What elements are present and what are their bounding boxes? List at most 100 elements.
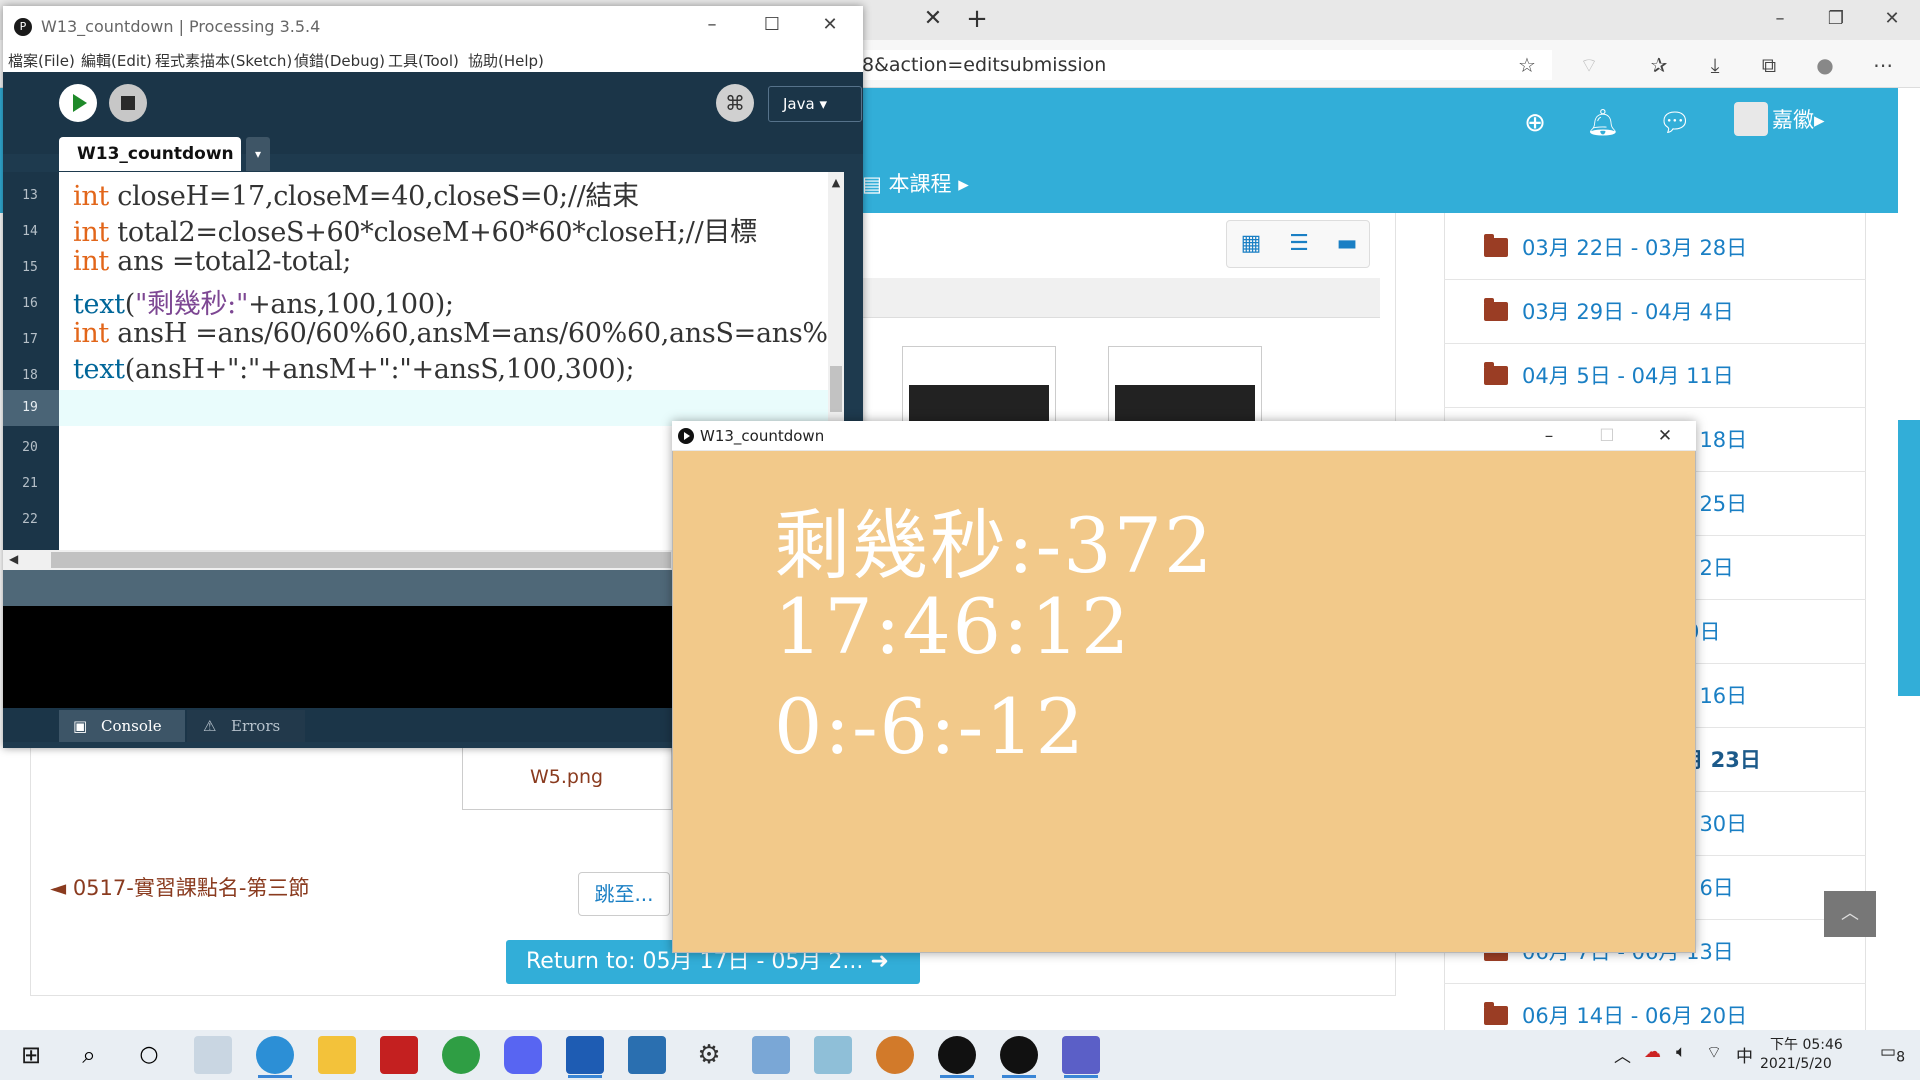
teams-icon[interactable] [1062,1036,1100,1078]
sketch-close-button[interactable]: ✕ [1636,421,1694,451]
user-menu[interactable]: 嘉徽▸ [1772,104,1825,134]
folder-view-icon[interactable]: ▬ [1330,228,1364,260]
menu-item[interactable]: 協助(Help) [468,50,544,71]
reading-icon[interactable]: ⌔ [1574,50,1604,80]
tab-errors[interactable]: ⚠ Errors [187,710,305,742]
word-icon[interactable] [566,1036,604,1078]
sketch-maximize-button[interactable]: ☐ [1578,421,1636,451]
app-icon[interactable] [814,1036,852,1074]
clock-date[interactable]: 2021/5/20 [1760,1056,1832,1072]
code-token: (ansH+":"+ansM+":"+ansS,100,300); [124,354,635,385]
app-icon-orange[interactable] [876,1036,914,1074]
notification-center-icon[interactable]: ▭8 [1880,1042,1905,1065]
processing-taskbar-icon[interactable] [938,1036,976,1078]
menu-item[interactable]: 工具(Tool) [388,50,459,71]
ide-minimize-button[interactable]: – [684,6,740,48]
volume-icon[interactable]: 🔈︎ [1676,1042,1686,1062]
week-label[interactable]: 03月 22日 - 03月 28日 [1522,232,1747,262]
week-label[interactable]: 04月 5日 - 04月 11日 [1522,360,1734,390]
start-icon[interactable]: ⊞ [12,1036,50,1074]
menu-item[interactable]: 程式素描本(Sketch) [155,50,292,71]
previous-activity-link[interactable]: ◄ 0517-實習課點名-第三節 [50,872,309,902]
debugger-icon[interactable]: ⌘ [716,84,754,122]
task-view-icon[interactable]: ○ [130,1036,168,1074]
ide-maximize-button[interactable]: ☐ [744,6,800,48]
bell-icon[interactable]: 🔔︎ [1586,108,1620,138]
tab-menu-button[interactable]: ▾ [246,137,270,171]
scroll-up-icon[interactable]: ▲ [828,176,844,189]
code-token: int [73,217,109,248]
control-panel-icon[interactable] [752,1036,790,1074]
week-label[interactable]: 03月 29日 - 04月 4日 [1522,296,1734,326]
code-line[interactable]: int ans =total2-total; [73,246,352,277]
back-to-top-button[interactable]: ︿ [1824,891,1876,937]
course-link[interactable]: ▤ 本課程 ▸ [862,168,969,198]
add-favorite-icon[interactable]: ☆ [1512,50,1542,80]
seconds-left-text: 剩幾秒:-372 [774,501,1215,590]
downloads-icon[interactable]: ⤓ [1700,50,1730,80]
folder-icon [1484,298,1508,321]
discord-icon[interactable] [504,1036,542,1074]
wifi-icon[interactable]: ⌔ [1706,1042,1722,1063]
browser-restore-button[interactable]: ❐ [1808,0,1864,40]
collections-icon[interactable]: ⧉ [1754,50,1784,80]
jump-to-select[interactable]: 跳至... [578,872,670,916]
code-token: closeH=17,closeM=40,closeS=0;//結束 [108,181,639,212]
ide-close-button[interactable]: ✕ [802,6,858,48]
menu-item[interactable]: 偵錯(Debug) [294,50,385,71]
url-field[interactable]: 8&action=editsubmission [862,50,1552,80]
warning-icon: ⚠ [203,717,217,735]
new-tab-button[interactable]: + [962,2,992,36]
more-icon[interactable]: ⋯ [1868,50,1898,80]
week-label[interactable]: 06月 14日 - 06月 20日 [1522,1000,1747,1030]
sidebar-item-week[interactable]: 04月 5日 - 04月 11日 [1444,344,1866,408]
code-line[interactable]: text(ansH+":"+ansM+":"+ansS,100,300); [73,354,635,385]
sidebar-item-week[interactable]: 03月 29日 - 04月 4日 [1444,280,1866,344]
tab-close-icon[interactable]: ✕ [918,4,948,34]
message-icon[interactable]: 💬︎ [1658,108,1692,138]
search-icon[interactable]: ⌕ [70,1036,108,1074]
game-app-icon[interactable] [380,1036,418,1074]
chrome-icon[interactable] [442,1036,480,1074]
code-line[interactable]: int total2=closeS+60*closeM+60*60*closeH… [73,210,757,249]
horizontal-scroll-thumb[interactable] [51,552,671,568]
file-explorer-icon[interactable] [318,1036,356,1074]
code-token: int [73,181,109,212]
code-line[interactable]: text("剩幾秒:"+ans,100,100); [73,282,454,321]
download-icon[interactable]: ⊕ [1518,108,1552,138]
browser-minimize-button[interactable]: – [1752,0,1808,40]
sidebar-item-week[interactable]: 03月 22日 - 03月 28日 [1444,216,1866,280]
stop-button[interactable] [109,84,147,122]
scroll-left-icon[interactable]: ◀ [9,552,18,566]
code-line[interactable]: int closeH=17,closeM=40,closeS=0;//結束 [73,174,639,213]
sketch-taskbar-icon[interactable] [1000,1036,1038,1078]
profile-icon[interactable]: ● [1810,50,1840,80]
grid-view-icon[interactable]: ▦ [1234,228,1268,260]
page-scrollbar[interactable] [1898,420,1920,696]
tab-w13-countdown[interactable]: W13_countdown [59,137,241,171]
file-label[interactable]: W5.png [530,766,603,788]
tray-chevron-icon[interactable]: ︿ [1614,1042,1631,1067]
edge-icon[interactable] [256,1036,294,1078]
avatar[interactable] [1734,102,1768,136]
vertical-scroll-thumb[interactable] [830,366,842,412]
menu-item[interactable]: 檔案(File) [8,50,75,71]
clock-time[interactable]: 下午 05:46 [1770,1034,1843,1054]
run-button[interactable] [59,84,97,122]
favorites-icon[interactable]: ✰ [1644,50,1674,80]
processing-logo-icon: P [14,18,32,36]
list-view-icon[interactable]: ☰ [1282,228,1316,260]
ime-indicator[interactable]: 中 [1736,1042,1753,1067]
mode-selector[interactable]: Java ▾ [768,86,862,122]
browser-close-button[interactable]: ✕ [1864,0,1920,40]
settings-icon[interactable]: ⚙ [690,1036,728,1074]
line-number: 14 [22,224,38,239]
menu-item[interactable]: 編輯(Edit) [81,50,152,71]
sketch-minimize-button[interactable]: – [1520,421,1578,451]
photos-app-icon[interactable] [194,1036,232,1074]
code-line[interactable]: int ansH =ans/60/60%60,ansM=ans/60%60,an… [73,318,831,349]
line-number: 22 [22,512,38,527]
media-app-icon[interactable] [628,1036,666,1074]
tray-app-icon[interactable]: ☁ [1644,1042,1661,1062]
tab-console[interactable]: ▣ Console [59,710,185,742]
